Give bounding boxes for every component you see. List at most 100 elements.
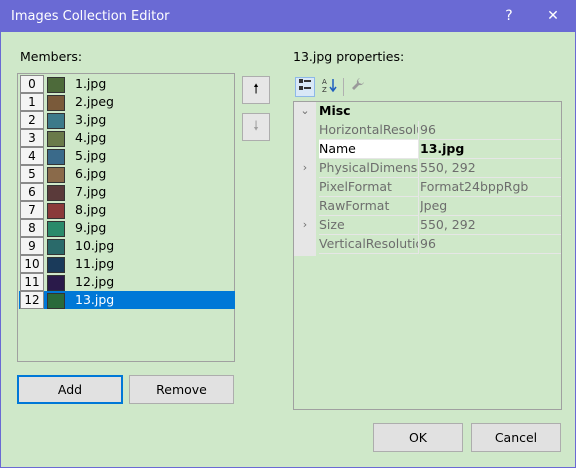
item-name: 12.jpg <box>75 274 115 289</box>
list-item[interactable]: 7 8.jpg <box>19 201 235 219</box>
collapse-chevron-icon[interactable]: ⌄ <box>298 104 312 118</box>
list-item[interactable]: 8 9.jpg <box>19 219 235 237</box>
property-value: 550, 292 <box>420 159 561 178</box>
category-row[interactable]: ⌄ Misc <box>294 102 561 121</box>
ok-button[interactable]: OK <box>373 423 463 452</box>
item-index: 8 <box>20 219 44 237</box>
image-thumbnail <box>47 221 65 237</box>
images-collection-editor-window: Images Collection Editor ? ✕ Members: 01… <box>0 0 576 468</box>
category-label: Misc <box>319 103 351 118</box>
column-divider <box>418 235 419 254</box>
members-list[interactable]: 0 1.jpg 1 2.jpeg 2 3.jpg 3 4.jpg 4 5.jpg 5 6.jpg 6 7.… <box>17 73 235 362</box>
svg-text:A: A <box>322 78 327 86</box>
item-index: 7 <box>20 201 44 219</box>
item-name: 13.jpg <box>75 292 115 307</box>
wrench-icon[interactable] <box>348 77 368 97</box>
column-divider <box>418 216 419 235</box>
property-value: 550, 292 <box>420 216 561 235</box>
add-button[interactable]: Add <box>17 375 123 404</box>
item-name: 8.jpg <box>75 202 107 217</box>
item-index: 5 <box>20 165 44 183</box>
item-index: 0 <box>20 75 44 93</box>
column-divider <box>418 178 419 197</box>
image-thumbnail <box>47 167 65 183</box>
property-row[interactable]: HorizontalResolution96 <box>294 121 561 140</box>
property-row[interactable]: › Size 550, 292 <box>294 216 561 235</box>
remove-button[interactable]: Remove <box>129 375 234 404</box>
property-value: 96 <box>420 121 561 140</box>
property-row[interactable]: VerticalResolution96 <box>294 235 561 254</box>
property-row[interactable]: PixelFormat Format24bppRgb <box>294 178 561 197</box>
list-item[interactable]: 1 2.jpeg <box>19 93 235 111</box>
list-item[interactable]: 11 12.jpg <box>19 273 235 291</box>
image-thumbnail <box>47 257 65 273</box>
property-value: 96 <box>420 235 561 254</box>
help-button[interactable]: ? <box>495 5 523 27</box>
item-name: 3.jpg <box>75 112 107 127</box>
list-item[interactable]: 4 5.jpg <box>19 147 235 165</box>
property-name: VerticalResolution <box>319 235 418 254</box>
window-title: Images Collection Editor <box>11 9 170 24</box>
column-divider <box>418 121 419 140</box>
item-index: 11 <box>20 273 44 291</box>
item-index: 9 <box>20 237 44 255</box>
expand-chevron-icon[interactable]: › <box>298 161 312 175</box>
item-name: 5.jpg <box>75 148 107 163</box>
image-thumbnail <box>47 113 65 129</box>
item-name: 9.jpg <box>75 220 107 235</box>
categorized-icon[interactable] <box>295 77 315 97</box>
list-item[interactable]: 0 1.jpg <box>19 75 235 93</box>
property-row[interactable]: Name 13.jpg <box>294 140 561 159</box>
move-up-button[interactable]: 🠕 <box>242 76 270 104</box>
properties-label: 13.jpg properties: <box>293 49 405 64</box>
item-name: 7.jpg <box>75 184 107 199</box>
item-index: 12 <box>20 291 44 309</box>
list-item[interactable]: 2 3.jpg <box>19 111 235 129</box>
property-value: Format24bppRgb <box>420 178 561 197</box>
item-index: 10 <box>20 255 44 273</box>
property-value: Jpeg <box>420 197 561 216</box>
column-divider <box>418 197 419 216</box>
expand-chevron-icon[interactable]: › <box>298 218 312 232</box>
item-name: 10.jpg <box>75 238 115 253</box>
members-label: Members: <box>20 49 83 64</box>
arrow-up-icon: 🠕 <box>253 82 259 97</box>
property-name: PhysicalDimension <box>319 159 418 178</box>
image-thumbnail <box>47 275 65 291</box>
property-grid[interactable]: ⌄MiscHorizontalResolution96Name13.jpg›Ph… <box>293 101 562 410</box>
list-item[interactable]: 10 11.jpg <box>19 255 235 273</box>
item-name: 1.jpg <box>75 76 107 91</box>
list-item[interactable]: 6 7.jpg <box>19 183 235 201</box>
svg-text:Z: Z <box>322 86 327 93</box>
item-name: 4.jpg <box>75 130 107 145</box>
property-row[interactable]: RawFormat Jpeg <box>294 197 561 216</box>
item-index: 3 <box>20 129 44 147</box>
image-thumbnail <box>47 185 65 201</box>
toolbar-separator <box>343 78 344 96</box>
list-item[interactable]: 3 4.jpg <box>19 129 235 147</box>
list-item[interactable]: 12 13.jpg <box>19 291 235 309</box>
item-index: 1 <box>20 93 44 111</box>
item-name: 11.jpg <box>75 256 115 271</box>
property-name: HorizontalResolution <box>319 121 418 140</box>
item-index: 4 <box>20 147 44 165</box>
column-divider <box>418 159 419 178</box>
arrow-down-icon: 🠗 <box>253 119 259 134</box>
alphabetical-sort-icon[interactable]: AZ <box>319 77 339 97</box>
item-name: 6.jpg <box>75 166 107 181</box>
item-name: 2.jpeg <box>75 94 114 109</box>
image-thumbnail <box>47 149 65 165</box>
move-down-button[interactable]: 🠗 <box>242 113 270 141</box>
cancel-button[interactable]: Cancel <box>471 423 561 452</box>
property-name: Name <box>319 140 418 159</box>
image-thumbnail <box>47 95 65 111</box>
close-button[interactable]: ✕ <box>539 5 567 27</box>
property-value[interactable]: 13.jpg <box>420 140 561 159</box>
list-item[interactable]: 9 10.jpg <box>19 237 235 255</box>
image-thumbnail <box>47 293 65 309</box>
property-row[interactable]: › PhysicalDimension550, 292 <box>294 159 561 178</box>
list-item[interactable]: 5 6.jpg <box>19 165 235 183</box>
item-index: 2 <box>20 111 44 129</box>
title-bar[interactable]: Images Collection Editor ? ✕ <box>1 1 575 32</box>
property-name: RawFormat <box>319 197 418 216</box>
